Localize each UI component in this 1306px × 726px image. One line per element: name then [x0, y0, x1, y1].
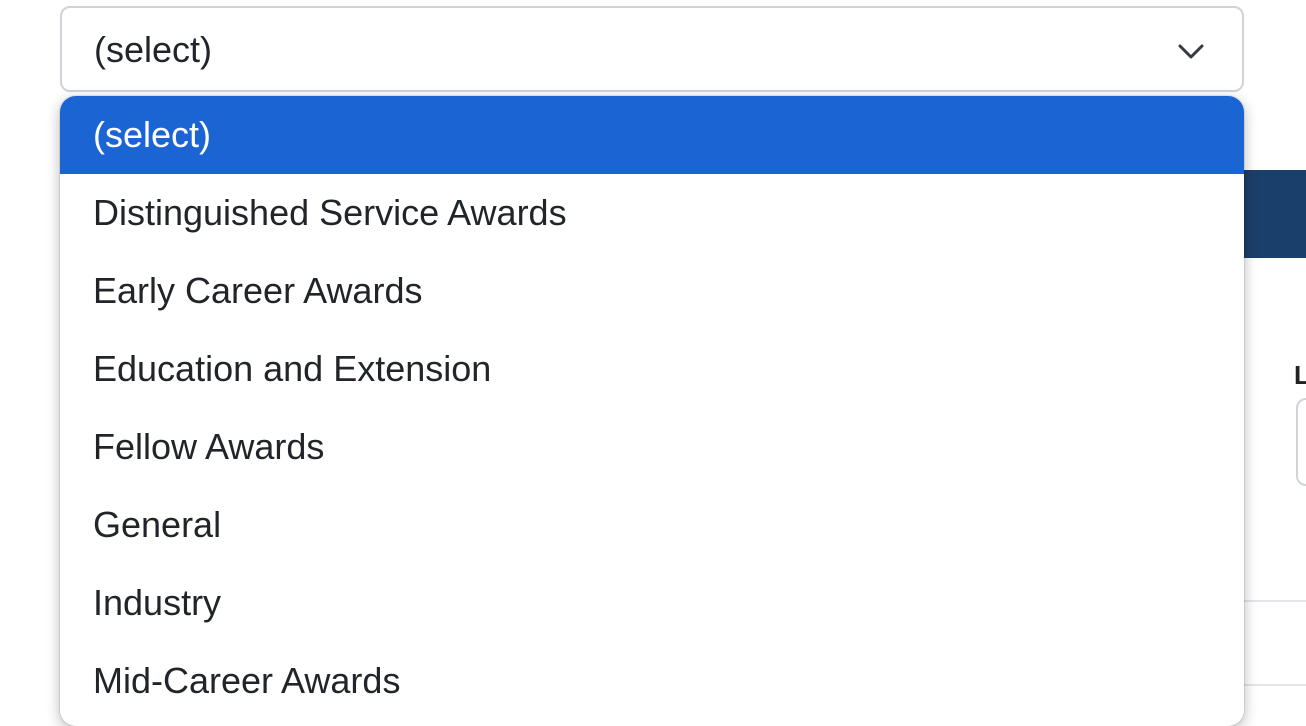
select-dropdown-list: (select) Distinguished Service Awards Ea… — [60, 96, 1244, 726]
select-current-value: (select) — [94, 29, 213, 70]
option-fellow-awards[interactable]: Fellow Awards — [60, 408, 1244, 486]
chevron-down-icon — [1176, 36, 1206, 66]
field-label-fragment: L — [1294, 360, 1306, 390]
background-input[interactable] — [1296, 398, 1306, 486]
option-general[interactable]: General — [60, 486, 1244, 564]
option-distinguished-service-awards[interactable]: Distinguished Service Awards — [60, 174, 1244, 252]
option-mid-career-awards[interactable]: Mid-Career Awards — [60, 642, 1244, 720]
option-industry[interactable]: Industry — [60, 564, 1244, 642]
category-select[interactable]: (select) — [60, 6, 1244, 92]
option-early-career-awards[interactable]: Early Career Awards — [60, 252, 1244, 330]
option-education-and-extension[interactable]: Education and Extension — [60, 330, 1244, 408]
option-select-placeholder[interactable]: (select) — [60, 96, 1244, 174]
